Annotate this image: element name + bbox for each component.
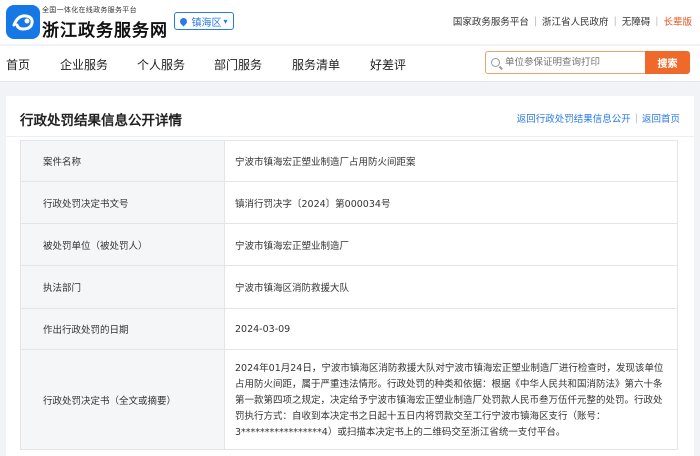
- row-value: 2024年01月24日，宁波市镇海区消防救援大队对宁波市镇海宏正塑业制造厂进行检…: [224, 349, 678, 450]
- row-value: 宁波市镇海区消防救援大队: [224, 265, 678, 309]
- chevron-down-icon: ▾: [223, 16, 228, 26]
- row-value: 宁波市镇海宏正塑业制造厂占用防火间距案: [224, 140, 678, 182]
- divider: |: [655, 15, 659, 27]
- region-label: 镇海区: [191, 17, 222, 29]
- search-icon: [491, 58, 500, 67]
- row-label: 案件名称: [20, 140, 225, 182]
- table-row: 案件名称 宁波市镇海宏正塑业制造厂占用防火间距案: [20, 140, 678, 182]
- region-selector[interactable]: 镇海区 ▾: [174, 12, 234, 30]
- row-label: 作出行政处罚的日期: [20, 308, 225, 350]
- page-title: 行政处罚结果信息公开详情: [20, 113, 182, 129]
- logo-title[interactable]: 浙江政务服务网: [42, 16, 168, 41]
- panel-links: 返回行政处罚结果信息公开 | 返回首页: [517, 111, 680, 126]
- site-header: 全国一体化在线政务服务平台 浙江政务服务网 镇海区 ▾ 国家政务服务平台 | 浙…: [0, 0, 700, 44]
- nav-item-service-list[interactable]: 服务清单: [292, 56, 340, 73]
- row-value: 2024-03-09: [224, 308, 678, 350]
- link-national-platform[interactable]: 国家政务服务平台: [453, 14, 529, 28]
- detail-panel: 行政处罚结果信息公开详情 返回行政处罚结果信息公开 | 返回首页 案件名称 宁波…: [6, 96, 694, 456]
- link-zhejiang-government[interactable]: 浙江省人民政府: [542, 14, 609, 28]
- search-box: [485, 51, 645, 74]
- table-row: 行政处罚决定书（全文或摘要） 2024年01月24日，宁波市镇海区消防救援大队对…: [20, 349, 678, 450]
- site-logo-icon[interactable]: [6, 5, 40, 39]
- link-elder-version[interactable]: 长辈版: [663, 14, 692, 28]
- nav-item-rating[interactable]: 好差评: [370, 56, 406, 73]
- nav-item-enterprise[interactable]: 企业服务: [60, 56, 108, 73]
- row-label: 执法部门: [20, 265, 225, 309]
- divider: |: [613, 15, 617, 27]
- table-row: 被处罚单位（被处罚人） 宁波市镇海宏正塑业制造厂: [20, 223, 678, 266]
- row-label: 行政处罚决定书（全文或摘要）: [20, 349, 225, 450]
- table-row: 执法部门 宁波市镇海区消防救援大队: [20, 265, 678, 309]
- logo-subtitle: 全国一体化在线政务服务平台: [42, 6, 137, 14]
- penalty-info-table: 案件名称 宁波市镇海宏正塑业制造厂占用防火间距案 行政处罚决定书文号 镇消行罚决…: [20, 140, 678, 450]
- table-row: 作出行政处罚的日期 2024-03-09: [20, 308, 678, 350]
- row-label: 被处罚单位（被处罚人）: [20, 223, 225, 266]
- nav-item-home[interactable]: 首页: [6, 56, 30, 73]
- divider: |: [634, 112, 638, 124]
- nav-item-department[interactable]: 部门服务: [214, 56, 262, 73]
- top-links: 国家政务服务平台 | 浙江省人民政府 | 无障碍 | 长辈版: [453, 14, 692, 29]
- search-button[interactable]: 搜索: [645, 51, 690, 74]
- table-row: 行政处罚决定书文号 镇消行罚决字〔2024〕第000034号: [20, 181, 678, 224]
- divider: |: [533, 15, 538, 27]
- link-accessibility[interactable]: 无障碍: [622, 14, 651, 28]
- search-input[interactable]: [505, 57, 635, 68]
- row-label: 行政处罚决定书文号: [20, 181, 225, 224]
- back-to-list-link[interactable]: 返回行政处罚结果信息公开: [517, 111, 631, 125]
- nav-item-personal[interactable]: 个人服务: [137, 56, 185, 73]
- row-value: 镇消行罚决字〔2024〕第000034号: [224, 181, 678, 224]
- divider: [6, 136, 694, 137]
- location-pin-icon: [179, 16, 189, 26]
- back-to-home-link[interactable]: 返回首页: [642, 111, 680, 125]
- row-value: 宁波市镇海宏正塑业制造厂: [224, 223, 678, 266]
